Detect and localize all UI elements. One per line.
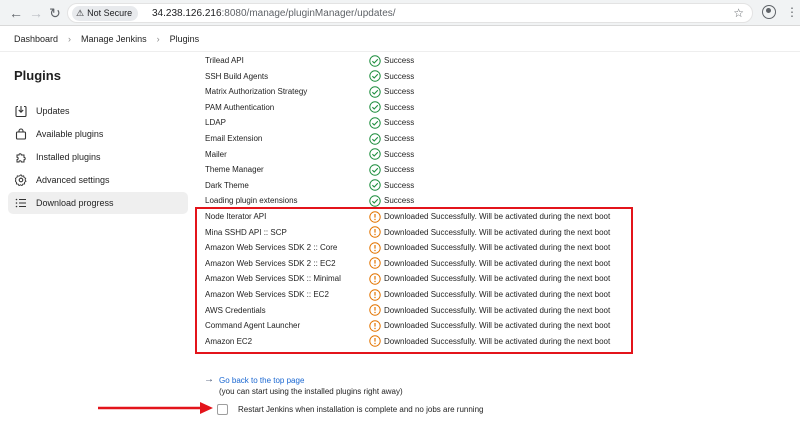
security-label: Not Secure — [87, 8, 133, 18]
breadcrumb: Dashboard › Manage Jenkins › Plugins — [0, 26, 800, 52]
annotation-arrow-icon — [98, 402, 213, 414]
check-circle-icon — [369, 117, 381, 129]
plugin-status: Success — [369, 84, 414, 99]
check-circle-icon — [369, 54, 381, 67]
sidebar-item-download-progress[interactable]: Download progress — [8, 192, 188, 214]
plugin-name: LDAP — [205, 118, 226, 128]
sidebar: Plugins Updates Available plugins Instal… — [0, 52, 195, 435]
plugin-status-text: Success — [384, 134, 415, 143]
plugin-status: Success — [369, 100, 414, 115]
bookmark-star-icon[interactable]: ☆ — [733, 6, 744, 20]
plugin-status: Success — [369, 178, 414, 193]
breadcrumb-manage-jenkins[interactable]: Manage Jenkins — [77, 32, 151, 46]
plugin-row: Trilead API Success — [205, 53, 635, 68]
plugin-row: Mailer Success — [205, 147, 635, 162]
plugin-row: LDAP Success — [205, 115, 635, 130]
url-path: :8080/manage/pluginManager/updates/ — [221, 8, 396, 19]
chevron-right-icon: › — [156, 33, 160, 44]
plugin-row: Theme Manager Success — [205, 162, 635, 177]
profile-icon[interactable] — [762, 5, 776, 19]
plugin-name: Dark Theme — [205, 180, 249, 190]
plugin-status: Success — [369, 131, 414, 146]
plugin-name: PAM Authentication — [205, 102, 275, 112]
sidebar-item-label: Available plugins — [36, 129, 104, 139]
puzzle-icon — [15, 151, 27, 163]
plugin-name: Email Extension — [205, 134, 263, 143]
plugin-row: Matrix Authorization Strategy Success — [205, 84, 635, 99]
check-circle-icon — [369, 101, 381, 113]
check-circle-icon — [369, 132, 381, 145]
gear-icon — [15, 174, 27, 186]
security-chip[interactable]: ⚠ Not Secure — [72, 6, 139, 21]
plugin-name: Trilead API — [205, 56, 244, 65]
check-circle-icon — [369, 179, 381, 191]
page-title: Plugins — [14, 68, 61, 83]
plugin-name: Theme Manager — [205, 165, 264, 175]
plugin-row: Dark Theme Success — [205, 178, 635, 193]
url-host: 34.238.126.216 — [152, 8, 222, 19]
breadcrumb-plugins[interactable]: Plugins — [166, 32, 204, 46]
forward-arrow-icon[interactable]: → — [28, 5, 44, 21]
plugin-status-text: Success — [384, 87, 415, 97]
plugin-status: Success — [369, 162, 414, 177]
browser-toolbar: ← → ↻ ⚠ Not Secure 34.238.126.216:8080/m… — [0, 0, 800, 26]
back-arrow-icon[interactable]: ← — [8, 5, 24, 21]
plugin-name: Matrix Authorization Strategy — [205, 87, 308, 97]
plugin-status-text: Success — [384, 180, 415, 190]
breadcrumb-dashboard[interactable]: Dashboard — [10, 32, 62, 46]
plugin-status-text: Success — [384, 165, 415, 175]
list-icon — [15, 197, 27, 209]
check-circle-icon — [369, 163, 381, 176]
sidebar-item-available-plugins[interactable]: Available plugins — [8, 123, 188, 145]
highlight-annotation-box — [195, 207, 633, 354]
sidebar-item-label: Download progress — [36, 198, 114, 208]
check-circle-icon — [369, 85, 381, 98]
plugin-status-text: Success — [384, 56, 415, 65]
check-circle-icon — [369, 70, 381, 82]
go-back-link[interactable]: Go back to the top page — [219, 376, 304, 385]
restart-label[interactable]: Restart Jenkins when installation is com… — [238, 405, 483, 414]
check-circle-icon — [369, 148, 381, 160]
plugin-status: Success — [369, 53, 414, 68]
sidebar-item-label: Advanced settings — [36, 175, 110, 185]
back-link-row: → Go back to the top page — [204, 375, 304, 385]
plugin-status: Success — [369, 147, 414, 162]
plugin-status-text: Success — [384, 71, 415, 81]
reload-icon[interactable]: ↻ — [47, 5, 63, 21]
sidebar-item-label: Updates — [36, 106, 70, 116]
plugin-name: SSH Build Agents — [205, 71, 269, 81]
plugin-status-text: Success — [384, 118, 415, 128]
sidebar-item-label: Installed plugins — [36, 152, 101, 162]
chevron-right-icon: › — [68, 33, 72, 44]
sidebar-item-installed-plugins[interactable]: Installed plugins — [8, 146, 188, 168]
plugin-status: Success — [369, 115, 414, 130]
url-text[interactable]: 34.238.126.216:8080/manage/pluginManager… — [152, 7, 396, 21]
plugin-row: SSH Build Agents Success — [205, 69, 635, 84]
download-icon — [15, 105, 27, 117]
info-note: (you can start using the installed plugi… — [219, 387, 403, 396]
arrow-right-icon: → — [204, 374, 214, 385]
plugin-row: PAM Authentication Success — [205, 100, 635, 115]
sidebar-item-updates[interactable]: Updates — [8, 100, 188, 122]
check-circle-icon — [369, 195, 381, 207]
sidebar-item-advanced-settings[interactable]: Advanced settings — [8, 169, 188, 191]
restart-option: Restart Jenkins when installation is com… — [217, 404, 483, 415]
plugin-name: Mailer — [205, 149, 227, 159]
kebab-menu-icon[interactable]: ⋮ — [786, 4, 798, 20]
shopping-bag-icon — [15, 128, 27, 140]
plugin-status-text: Success — [384, 149, 415, 159]
plugin-status: Success — [369, 69, 414, 84]
plugin-row: Email Extension Success — [205, 131, 635, 146]
warning-icon: ⚠ — [76, 8, 85, 18]
address-bar[interactable]: ⚠ Not Secure 34.238.126.216:8080/manage/… — [67, 3, 753, 23]
restart-checkbox[interactable] — [217, 404, 228, 415]
plugin-status-text: Success — [384, 102, 415, 112]
